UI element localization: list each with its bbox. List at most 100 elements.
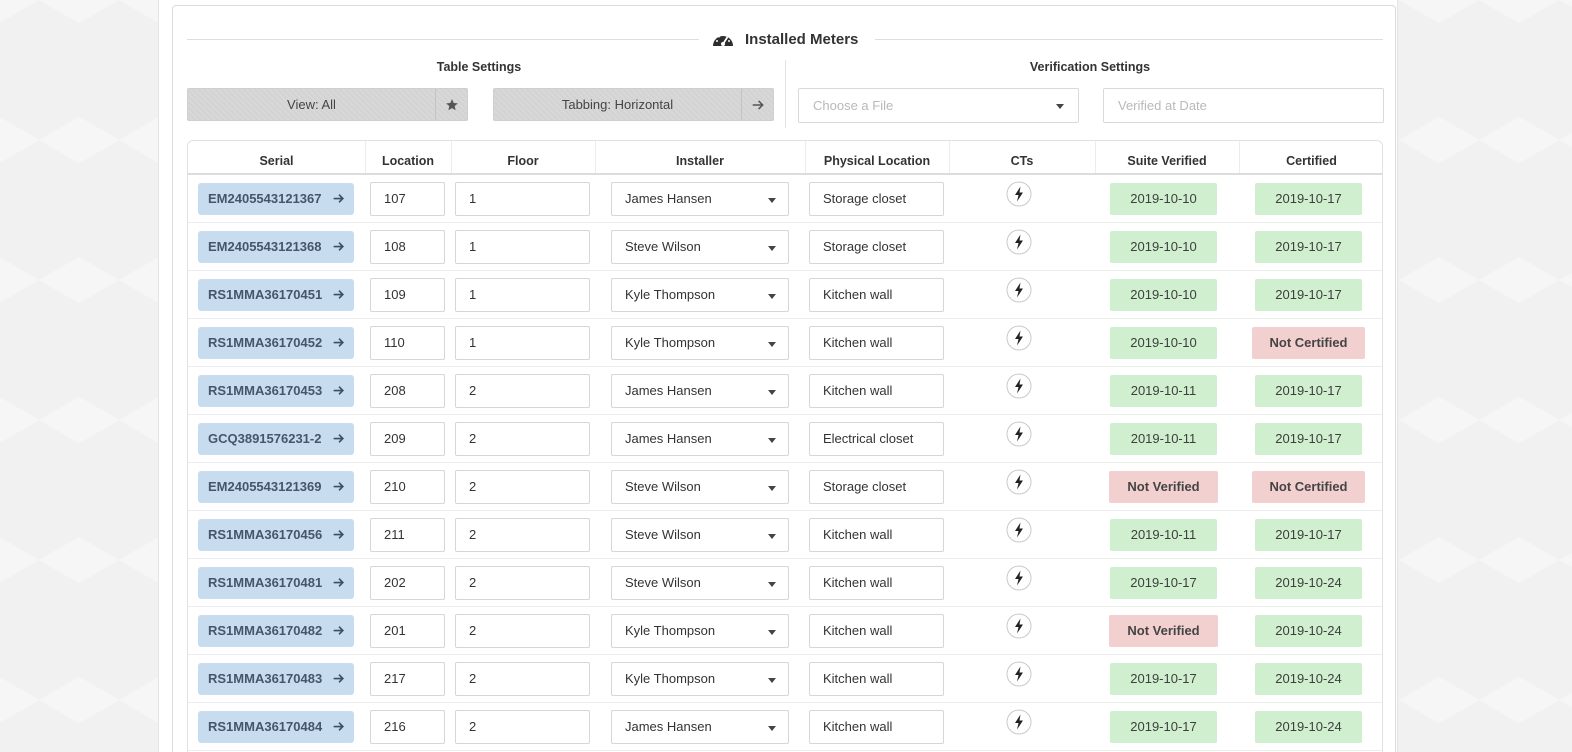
lightning-bolt-icon[interactable] (1006, 277, 1032, 303)
location-input[interactable]: 216 (370, 710, 445, 744)
suite-verified-badge[interactable]: 2019-10-17 (1110, 567, 1217, 599)
certified-badge[interactable]: 2019-10-24 (1255, 567, 1362, 599)
installer-select[interactable]: James Hansen (611, 422, 789, 456)
location-input[interactable]: 210 (370, 470, 445, 504)
certified-badge[interactable]: 2019-10-17 (1255, 423, 1362, 455)
lightning-bolt-icon[interactable] (1006, 661, 1032, 687)
view-all-button[interactable]: View: All (187, 88, 468, 121)
installer-select[interactable]: Kyle Thompson (611, 278, 789, 312)
lightning-bolt-icon[interactable] (1006, 421, 1032, 447)
physical-location-input[interactable]: Kitchen wall (809, 326, 944, 360)
floor-input[interactable]: 2 (455, 470, 590, 504)
floor-input[interactable]: 2 (455, 374, 590, 408)
installer-select[interactable]: James Hansen (611, 182, 789, 216)
floor-input[interactable]: 1 (455, 278, 590, 312)
physical-location-input[interactable]: Kitchen wall (809, 614, 944, 648)
installer-select[interactable]: Steve Wilson (611, 518, 789, 552)
location-input[interactable]: 108 (370, 230, 445, 264)
serial-badge[interactable]: RS1MMA36170484 (198, 711, 354, 743)
certified-badge[interactable]: 2019-10-17 (1255, 183, 1362, 215)
installer-select[interactable]: James Hansen (611, 374, 789, 408)
col-serial[interactable]: Serial (188, 141, 365, 173)
floor-input[interactable]: 2 (455, 566, 590, 600)
floor-input[interactable]: 2 (455, 518, 590, 552)
col-location[interactable]: Location (365, 141, 451, 173)
serial-badge[interactable]: RS1MMA36170452 (198, 327, 354, 359)
suite-verified-badge[interactable]: Not Verified (1109, 471, 1218, 503)
floor-input[interactable]: 2 (455, 614, 590, 648)
suite-verified-badge[interactable]: 2019-10-11 (1110, 375, 1217, 407)
floor-input[interactable]: 2 (455, 662, 590, 696)
serial-badge[interactable]: RS1MMA36170456 (198, 519, 354, 551)
col-cts[interactable]: CTs (949, 141, 1095, 173)
physical-location-input[interactable]: Kitchen wall (809, 662, 944, 696)
physical-location-input[interactable]: Storage closet (809, 182, 944, 216)
floor-input[interactable]: 2 (455, 710, 590, 744)
lightning-bolt-icon[interactable] (1006, 373, 1032, 399)
verified-date-input[interactable]: Verified at Date (1103, 88, 1384, 123)
physical-location-input[interactable]: Electrical closet (809, 422, 944, 456)
location-input[interactable]: 208 (370, 374, 445, 408)
certified-badge[interactable]: Not Certified (1252, 471, 1365, 503)
certified-badge[interactable]: 2019-10-17 (1255, 231, 1362, 263)
serial-badge[interactable]: GCQ3891576231-2 (198, 423, 354, 455)
col-installer[interactable]: Installer (595, 141, 805, 173)
col-certified[interactable]: Certified (1239, 141, 1382, 173)
certified-badge[interactable]: 2019-10-17 (1255, 375, 1362, 407)
col-floor[interactable]: Floor (451, 141, 595, 173)
col-physical-location[interactable]: Physical Location (805, 141, 949, 173)
location-input[interactable]: 217 (370, 662, 445, 696)
floor-input[interactable]: 1 (455, 182, 590, 216)
lightning-bolt-icon[interactable] (1006, 565, 1032, 591)
installer-select[interactable]: Kyle Thompson (611, 326, 789, 360)
location-input[interactable]: 211 (370, 518, 445, 552)
lightning-bolt-icon[interactable] (1006, 517, 1032, 543)
floor-input[interactable]: 1 (455, 230, 590, 264)
certified-badge[interactable]: 2019-10-24 (1255, 711, 1362, 743)
suite-verified-badge[interactable]: Not Verified (1109, 615, 1218, 647)
serial-badge[interactable]: EM2405543121367 (198, 183, 354, 215)
serial-badge[interactable]: RS1MMA36170483 (198, 663, 354, 695)
location-input[interactable]: 109 (370, 278, 445, 312)
floor-input[interactable]: 1 (455, 326, 590, 360)
location-input[interactable]: 202 (370, 566, 445, 600)
tabbing-horizontal-button[interactable]: Tabbing: Horizontal (493, 88, 774, 121)
installer-select[interactable]: Steve Wilson (611, 230, 789, 264)
installer-select[interactable]: Kyle Thompson (611, 614, 789, 648)
lightning-bolt-icon[interactable] (1006, 613, 1032, 639)
certified-badge[interactable]: Not Certified (1252, 327, 1365, 359)
location-input[interactable]: 201 (370, 614, 445, 648)
suite-verified-badge[interactable]: 2019-10-10 (1110, 279, 1217, 311)
location-input[interactable]: 110 (370, 326, 445, 360)
suite-verified-badge[interactable]: 2019-10-17 (1110, 663, 1217, 695)
serial-badge[interactable]: RS1MMA36170482 (198, 615, 354, 647)
serial-badge[interactable]: EM2405543121369 (198, 471, 354, 503)
physical-location-input[interactable]: Kitchen wall (809, 566, 944, 600)
physical-location-input[interactable]: Kitchen wall (809, 278, 944, 312)
lightning-bolt-icon[interactable] (1006, 709, 1032, 735)
lightning-bolt-icon[interactable] (1006, 229, 1032, 255)
suite-verified-badge[interactable]: 2019-10-10 (1110, 183, 1217, 215)
serial-badge[interactable]: RS1MMA36170453 (198, 375, 354, 407)
physical-location-input[interactable]: Kitchen wall (809, 374, 944, 408)
col-suite-verified[interactable]: Suite Verified (1095, 141, 1239, 173)
serial-badge[interactable]: RS1MMA36170451 (198, 279, 354, 311)
physical-location-input[interactable]: Kitchen wall (809, 518, 944, 552)
physical-location-input[interactable]: Storage closet (809, 230, 944, 264)
serial-badge[interactable]: EM2405543121368 (198, 231, 354, 263)
suite-verified-badge[interactable]: 2019-10-10 (1110, 327, 1217, 359)
physical-location-input[interactable]: Storage closet (809, 470, 944, 504)
floor-input[interactable]: 2 (455, 422, 590, 456)
suite-verified-badge[interactable]: 2019-10-11 (1110, 423, 1217, 455)
suite-verified-badge[interactable]: 2019-10-17 (1110, 711, 1217, 743)
certified-badge[interactable]: 2019-10-17 (1255, 279, 1362, 311)
suite-verified-badge[interactable]: 2019-10-10 (1110, 231, 1217, 263)
installer-select[interactable]: Kyle Thompson (611, 662, 789, 696)
physical-location-input[interactable]: Kitchen wall (809, 710, 944, 744)
certified-badge[interactable]: 2019-10-24 (1255, 663, 1362, 695)
installer-select[interactable]: James Hansen (611, 710, 789, 744)
location-input[interactable]: 209 (370, 422, 445, 456)
suite-verified-badge[interactable]: 2019-10-11 (1110, 519, 1217, 551)
lightning-bolt-icon[interactable] (1006, 469, 1032, 495)
lightning-bolt-icon[interactable] (1006, 181, 1032, 207)
